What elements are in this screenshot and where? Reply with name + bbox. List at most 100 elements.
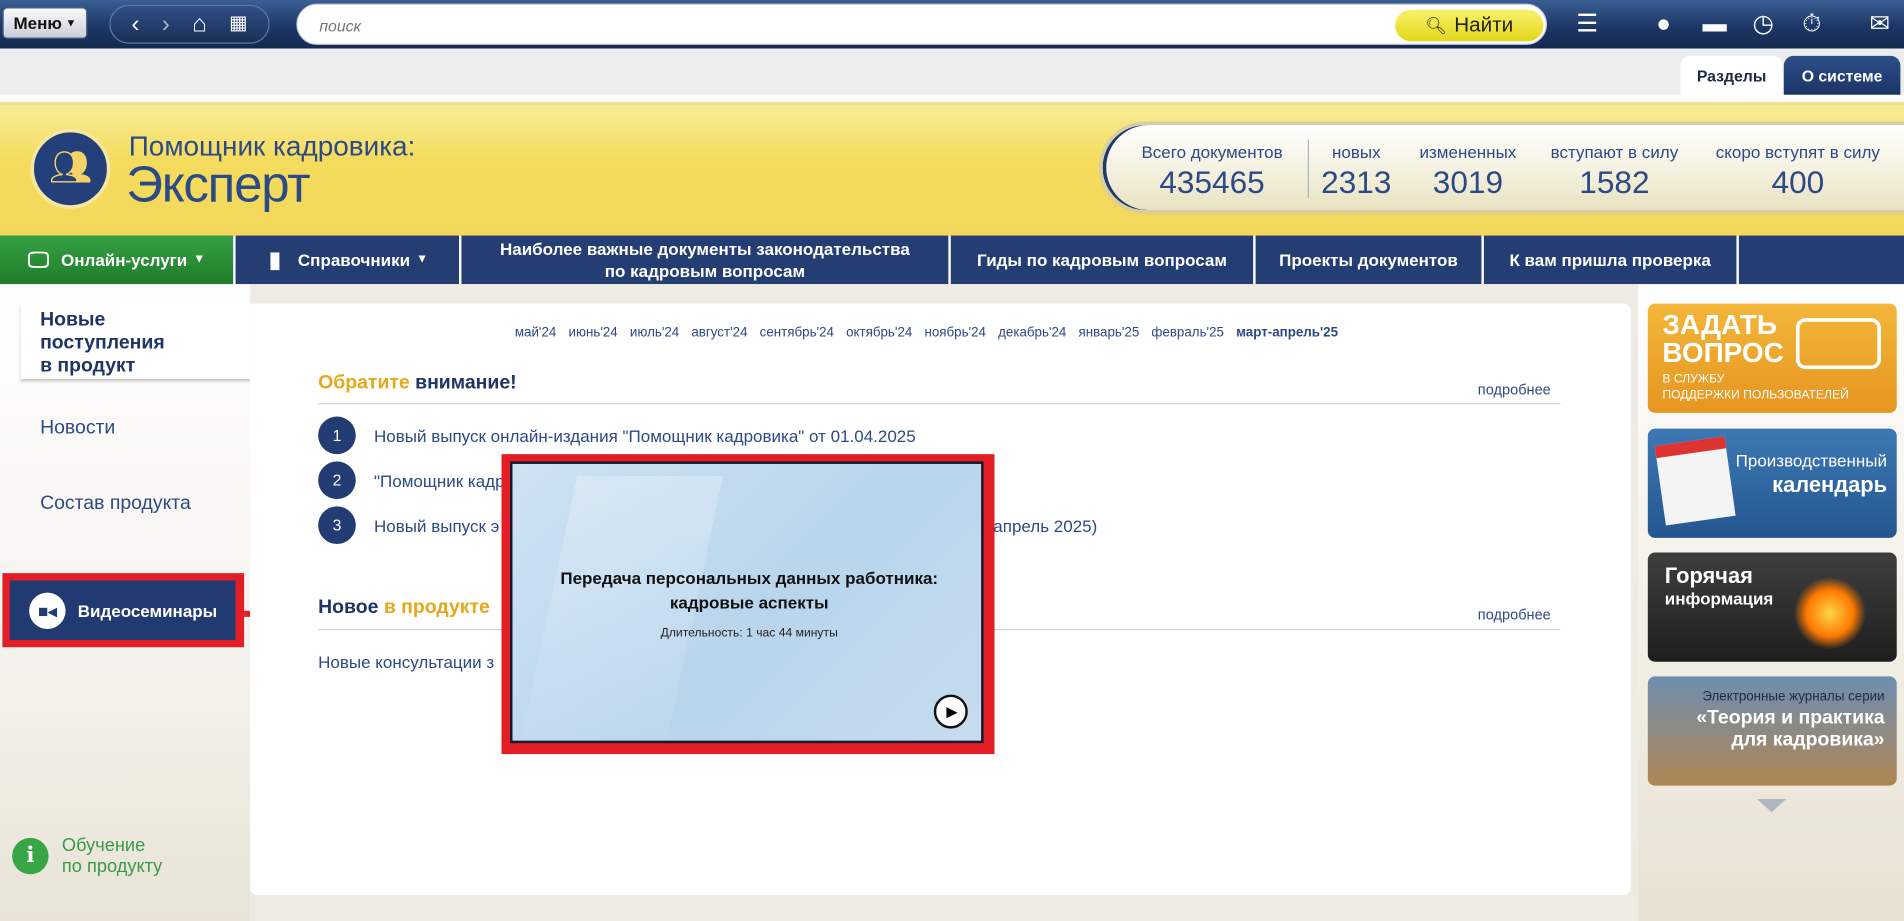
promo-ask-question[interactable]: ЗАДАТЬ ВОПРОС В СЛУЖБУ ПОДДЕРЖКИ ПОЛЬЗОВАТ… (1647, 303, 1897, 413)
month-link[interactable]: февраль'25 (1151, 325, 1224, 340)
clock-icon[interactable]: ◷ (1749, 10, 1778, 39)
stat-new[interactable]: новых 2313 (1321, 142, 1391, 202)
promo-sub-line2: ПОДДЕРЖКИ ПОЛЬЗОВАТЕЛЕЙ (1662, 388, 1849, 402)
promo-title-line1: Производственный (1735, 450, 1888, 470)
promo-title-line2: информация (1664, 588, 1774, 609)
stat-label: вступают в силу (1550, 142, 1679, 162)
find-label: Найти (1454, 13, 1514, 37)
nav-inspection[interactable]: К вам пришла проверка (1484, 235, 1739, 285)
stat-value: 3019 (1432, 163, 1504, 201)
nav-label: Справочники (297, 250, 411, 270)
home-icon[interactable]: ⌂ (192, 12, 207, 36)
stat-soon-in-force[interactable]: скоро вступят в силу 400 (1716, 142, 1880, 202)
book-icon: ▮ (268, 247, 281, 273)
promo-subtitle: В СЛУЖБУ ПОДДЕРЖКИ ПОЛЬЗОВАТЕЛЕЙ (1662, 372, 1848, 404)
stat-label: Всего документов (1141, 142, 1283, 162)
nav-reference-books[interactable]: ▮ Справочники ▼ (238, 235, 462, 285)
promo-title: Электронные журналы серии «Теория и практ… (1696, 686, 1884, 752)
stat-label: измененных (1419, 142, 1517, 162)
find-button[interactable]: 🔍︎ Найти (1395, 9, 1544, 42)
stat-in-force[interactable]: вступают в силу 1582 (1551, 142, 1679, 202)
stat-value: 400 (1771, 163, 1825, 201)
month-link[interactable]: июнь'24 (569, 325, 618, 340)
search-input[interactable] (319, 14, 1364, 37)
brand-title: Эксперт (126, 155, 310, 213)
month-link[interactable]: август'24 (691, 325, 747, 340)
people-icon: 👥︎ (48, 148, 93, 186)
tab-o-sisteme[interactable]: О системе (1783, 55, 1901, 95)
nav-document-projects[interactable]: Проекты документов (1256, 235, 1484, 285)
title-part: Обратите (318, 372, 410, 394)
month-link[interactable]: июль'24 (630, 325, 679, 340)
month-link[interactable]: сентябрь'24 (760, 325, 834, 340)
sidebar-item-composition[interactable]: Состав продукта (40, 493, 191, 515)
month-link[interactable]: декабрь'24 (998, 325, 1066, 340)
grid-icon[interactable]: ▦ (229, 14, 247, 34)
promo-title-line3: для кадровика» (1731, 729, 1885, 751)
tab-razdely[interactable]: Разделы (1680, 55, 1783, 95)
folder-icon[interactable]: ▬ (1700, 10, 1729, 39)
play-button[interactable]: ▶ (933, 694, 968, 729)
stat-value: 1582 (1579, 163, 1650, 201)
sidebar-item-new-arrivals[interactable]: Новые поступления в продукт (20, 303, 252, 379)
promo-title: ЗАДАТЬ ВОПРОС (1662, 308, 1783, 367)
promo-production-calendar[interactable]: Производственный календарь (1647, 428, 1897, 538)
caret-down-icon: ▼ (193, 252, 206, 266)
sidebar-item-video-seminars[interactable]: ■◂ Видеосеминары (9, 580, 236, 640)
calendar-icon (1654, 436, 1736, 526)
title-part: внимание! (415, 372, 517, 394)
back-arrow-icon[interactable]: ‹ (131, 12, 139, 36)
nav-hr-guides[interactable]: Гиды по кадровым вопросам (951, 235, 1256, 285)
training-line2: по продукту (61, 856, 163, 877)
title-part: Новое (318, 597, 379, 619)
number-badge: 3 (318, 506, 356, 545)
video-seminar-preview[interactable]: Передача персональных данных работника: … (510, 461, 984, 744)
hamburger-menu-icon[interactable]: ☰ (1573, 10, 1602, 39)
sidebar-item-news[interactable]: Новости (40, 418, 115, 440)
promo-title-line2: «Теория и практика (1696, 707, 1885, 729)
promo-title-line1: ЗАДАТЬ (1662, 308, 1777, 341)
stat-total[interactable]: Всего документов 435465 (1141, 142, 1282, 202)
month-link[interactable]: январь'25 (1078, 325, 1139, 340)
promo-journals[interactable]: Электронные журналы серии «Теория и практ… (1647, 676, 1897, 786)
forward-arrow-icon[interactable]: › (162, 12, 170, 36)
search-icon: 🔍︎ (1425, 15, 1447, 35)
divider (318, 403, 1561, 405)
sidebar-label-line1: Новые (40, 309, 106, 331)
nav-important-documents[interactable]: Наиболее важные документы законодательст… (461, 235, 951, 285)
seminar-title-line2: кадровые аспекты (669, 592, 829, 613)
document-stats-panel: Всего документов 435465 новых 2313 изменен… (1098, 121, 1904, 214)
user-icon[interactable]: ● (1649, 10, 1678, 39)
messages-icon[interactable]: ✉ (1865, 10, 1894, 39)
video-camera-icon: ■◂ (29, 591, 66, 629)
nav-label-line2: по кадровым вопросам (604, 261, 806, 281)
nav-label: Онлайн-услуги (61, 250, 188, 270)
sidebar-label-line2: поступления (40, 332, 165, 354)
attention-item-link[interactable]: "Помощник кадр (374, 471, 505, 490)
promo-hot-info[interactable]: Горячая информация (1647, 552, 1897, 662)
attention-item-link[interactable]: Новый выпуск онлайн-издания "Помощник ка… (374, 426, 916, 445)
month-link[interactable]: октябрь'24 (846, 325, 912, 340)
month-link[interactable]: ноябрь'24 (924, 325, 985, 340)
stat-divider (1307, 139, 1310, 198)
new-consultations-link[interactable]: Новые консультации з (318, 652, 494, 671)
month-selector: май'24 июнь'24 июль'24 август'24 сентябрь'24… (515, 325, 1350, 340)
timer-icon[interactable]: ⏱︎ (1797, 10, 1826, 39)
promo-sub-line1: В СЛУЖБУ (1662, 372, 1725, 387)
promo-title: Производственный календарь (1736, 448, 1887, 497)
info-icon[interactable]: i (12, 837, 49, 875)
more-link-new[interactable]: подробнее (1478, 606, 1551, 623)
attention-item-link[interactable]: Новый выпуск э (374, 516, 499, 535)
training-link[interactable]: Обучение по продукту (62, 835, 162, 876)
scroll-down-arrow-icon[interactable] (1757, 799, 1787, 813)
nav-online-services[interactable]: 🖵︎ Онлайн-услуги ▼ (0, 235, 236, 285)
menu-button[interactable]: Меню ▼ (2, 7, 88, 39)
tabs-row (0, 48, 1904, 95)
nav-label-line1: Наиболее важные документы законодательст… (499, 239, 910, 259)
month-link[interactable]: май'24 (515, 325, 556, 340)
more-link-attention[interactable]: подробнее (1478, 381, 1551, 398)
chat-bubble-icon (1795, 318, 1881, 370)
stat-changed[interactable]: измененных 3019 (1420, 142, 1517, 202)
month-link-current[interactable]: март-апрель'25 (1236, 325, 1338, 340)
attention-item-tail[interactable]: апрель 2025) (993, 516, 1097, 535)
